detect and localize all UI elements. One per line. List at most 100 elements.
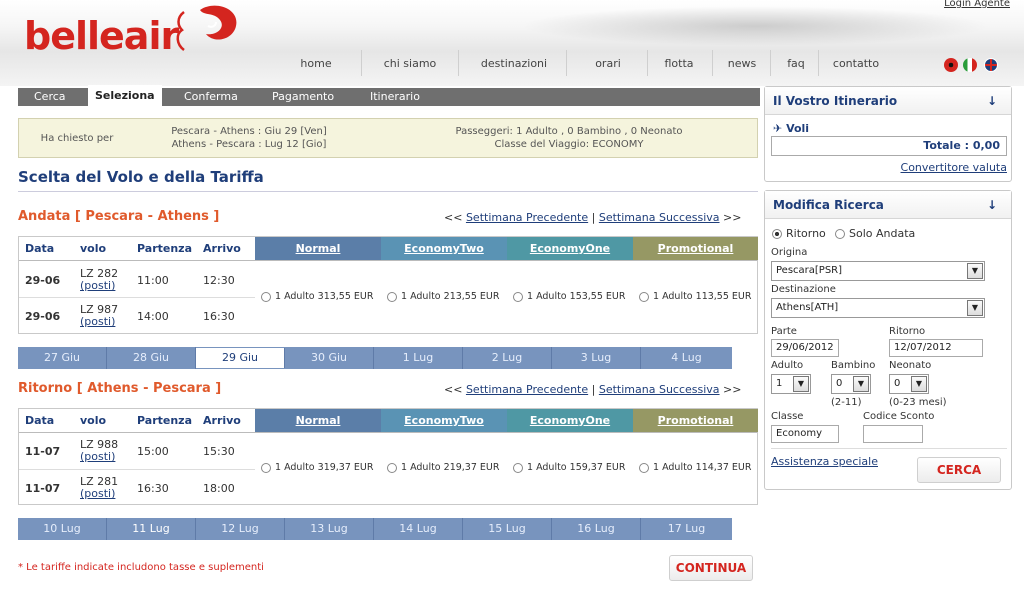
destinazione-select[interactable]: Athens[ATH] ▼ — [771, 298, 985, 318]
neonato-select[interactable]: 0 ▼ — [889, 374, 929, 394]
bambino-select[interactable]: 0 ▼ — [831, 374, 871, 394]
fare-header-promotional[interactable]: Promotional — [633, 237, 758, 260]
chevron-down-icon[interactable]: ↓ — [987, 94, 997, 108]
booking-steps-bar: Cerca Seleziona Conferma Pagamento Itine… — [18, 85, 760, 106]
fare-header-normal[interactable]: Normal — [255, 409, 381, 432]
posti-link[interactable]: (posti) — [80, 315, 115, 328]
outbound-next-week-link[interactable]: Settimana Successiva — [599, 211, 720, 224]
fare-radio-promotional[interactable] — [639, 463, 649, 473]
nav-divider — [647, 50, 648, 76]
classe-input[interactable]: Economy — [771, 425, 839, 443]
bambino-value: 0 — [836, 378, 843, 389]
belleair-logo[interactable]: belleair — [24, 16, 179, 56]
fare-price: 1 Adulto 114,37 EUR — [653, 462, 752, 473]
date-cell[interactable]: 28 Giu — [107, 347, 196, 369]
nav-destinazioni[interactable]: destinazioni — [474, 57, 554, 70]
col-arrivo: Arrivo — [203, 414, 241, 427]
fare-header-economytwo[interactable]: EconomyTwo — [381, 409, 507, 432]
continua-button[interactable]: CONTINUA — [669, 555, 753, 581]
neonato-value: 0 — [894, 378, 901, 389]
date-cell[interactable]: 3 Lug — [552, 347, 641, 369]
date-cell[interactable]: 2 Lug — [463, 347, 552, 369]
step-pagamento: Pagamento — [272, 90, 335, 103]
step-itinerario: Itinerario — [370, 90, 420, 103]
fare-radio-normal[interactable] — [261, 292, 271, 302]
date-cell[interactable]: 14 Lug — [374, 518, 463, 540]
fare-radio-economytwo[interactable] — [387, 292, 397, 302]
chevron-down-icon[interactable]: ↓ — [987, 198, 997, 212]
convertitore-valuta-link[interactable]: Convertitore valuta — [901, 161, 1007, 174]
date-cell[interactable]: 12 Lug — [196, 518, 285, 540]
date-cell[interactable]: 30 Giu — [285, 347, 374, 369]
fare-header-economytwo[interactable]: EconomyTwo — [381, 237, 507, 260]
nav-orari[interactable]: orari — [588, 57, 628, 70]
nav-flotta[interactable]: flotta — [658, 57, 700, 70]
posti-link[interactable]: (posti) — [80, 450, 115, 463]
ritorno-date-input[interactable]: 12/07/2012 — [889, 339, 983, 357]
nav-news[interactable]: news — [722, 57, 762, 70]
ritorno-date-label: Ritorno — [889, 326, 926, 337]
date-cell[interactable]: 13 Lug — [285, 518, 374, 540]
cerca-button[interactable]: CERCA — [917, 457, 1001, 483]
search-panel-title: Modifica Ricerca — [765, 191, 1011, 219]
classe-label: Classe — [771, 411, 804, 422]
solo-andata-radio[interactable] — [835, 229, 845, 239]
flag-albania-icon[interactable] — [944, 58, 958, 72]
flag-uk-icon[interactable] — [984, 58, 998, 72]
itinerary-title: Il Vostro Itinerario — [765, 87, 1011, 115]
nav-home[interactable]: home — [294, 57, 338, 70]
flag-italy-icon[interactable] — [963, 58, 977, 72]
fare-header-promotional[interactable]: Promotional — [633, 409, 758, 432]
fare-radio-normal[interactable] — [261, 463, 271, 473]
inbound-prev-week-link[interactable]: Settimana Precedente — [466, 383, 588, 396]
login-agente-link[interactable]: Login Agente — [944, 0, 1010, 9]
fare-header-economyone[interactable]: EconomyOne — [507, 237, 633, 260]
date-cell-selected[interactable]: 11 Lug — [107, 518, 196, 540]
posti-link[interactable]: (posti) — [80, 279, 115, 292]
request-route-out: Pescara - Athens : Giu 29 [Ven] — [171, 126, 327, 137]
ritorno-radio[interactable] — [772, 229, 782, 239]
nav-contatto[interactable]: contatto — [826, 57, 886, 70]
date-cell[interactable]: 17 Lug — [641, 518, 732, 540]
date-cell[interactable]: 15 Lug — [463, 518, 552, 540]
parte-label: Parte — [771, 326, 797, 337]
week-nav-separator: | — [591, 383, 596, 396]
dropdown-arrow-icon[interactable]: ▼ — [911, 376, 927, 392]
departure-time: 11:00 — [137, 274, 169, 287]
dropdown-arrow-icon[interactable]: ▼ — [967, 263, 983, 279]
dropdown-arrow-icon[interactable]: ▼ — [967, 300, 983, 316]
date-cell[interactable]: 4 Lug — [641, 347, 732, 369]
origine-select[interactable]: Pescara[PSR] ▼ — [771, 261, 985, 281]
nav-divider — [770, 50, 771, 76]
fare-price: 1 Adulto 213,55 EUR — [401, 291, 500, 302]
date-cell[interactable]: 10 Lug — [18, 518, 107, 540]
dropdown-arrow-icon[interactable]: ▼ — [793, 376, 809, 392]
nav-divider — [818, 50, 819, 76]
inbound-next-week-link[interactable]: Settimana Successiva — [599, 383, 720, 396]
date-cell[interactable]: 16 Lug — [552, 518, 641, 540]
fare-note: * Le tariffe indicate includono tasse e … — [18, 562, 264, 573]
step-cerca[interactable]: Cerca — [34, 88, 66, 106]
fare-radio-economyone[interactable] — [513, 463, 523, 473]
outbound-date-bar: 27 Giu 28 Giu 29 Giu 30 Giu 1 Lug 2 Lug … — [18, 347, 732, 369]
itinerary-panel: Il Vostro Itinerario ↓ ✈ Voli Totale : 0… — [764, 86, 1012, 182]
fare-radio-economytwo[interactable] — [387, 463, 397, 473]
fare-radio-promotional[interactable] — [639, 292, 649, 302]
assistenza-speciale-link[interactable]: Assistenza speciale — [771, 455, 878, 468]
outbound-prev-week-link[interactable]: Settimana Precedente — [466, 211, 588, 224]
adulto-select[interactable]: 1 ▼ — [771, 374, 811, 394]
dropdown-arrow-icon[interactable]: ▼ — [853, 376, 869, 392]
nav-divider — [712, 50, 713, 76]
date-cell[interactable]: 27 Giu — [18, 347, 107, 369]
nav-chi-siamo[interactable]: chi siamo — [378, 57, 442, 70]
parte-date-input[interactable]: 29/06/2012 — [771, 339, 839, 357]
outbound-title: Andata [ Pescara - Athens ] — [18, 209, 220, 224]
fare-header-economyone[interactable]: EconomyOne — [507, 409, 633, 432]
posti-link[interactable]: (posti) — [80, 487, 115, 500]
nav-faq[interactable]: faq — [780, 57, 812, 70]
date-cell-selected[interactable]: 29 Giu — [196, 348, 285, 368]
fare-radio-economyone[interactable] — [513, 292, 523, 302]
date-cell[interactable]: 1 Lug — [374, 347, 463, 369]
codice-sconto-input[interactable] — [863, 425, 923, 443]
fare-header-normal[interactable]: Normal — [255, 237, 381, 260]
